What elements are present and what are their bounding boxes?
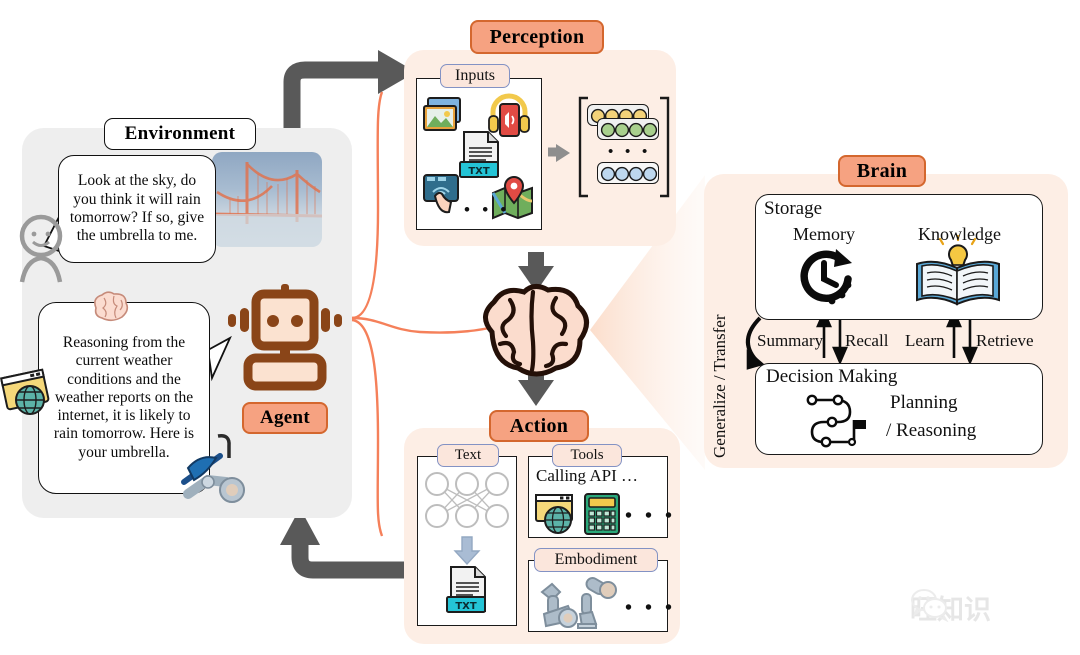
knowledge-label: Knowledge xyxy=(918,224,1001,244)
reasoning-label: / Reasoning xyxy=(886,420,977,441)
watermark: 旺知识 xyxy=(910,588,991,627)
svg-text:TXT: TXT xyxy=(455,601,477,612)
decision-making-label: Decision Making xyxy=(766,366,898,387)
action-badge: Action xyxy=(489,410,589,442)
embodiment-label: Embodiment xyxy=(534,548,658,572)
embedding-row-green xyxy=(597,118,659,140)
inputs-ellipsis: • • • xyxy=(464,200,511,219)
brain-badge: Brain xyxy=(838,155,926,187)
storage-label: Storage xyxy=(764,198,823,219)
embeddings-ellipsis: • • • xyxy=(608,144,652,160)
perception-badge: Perception xyxy=(470,20,604,54)
planning-label: Planning xyxy=(890,392,958,413)
flow-recall-label: Recall xyxy=(845,331,889,350)
agent-badge: Agent xyxy=(242,402,328,434)
tools-ellipsis: • • • xyxy=(625,505,677,527)
flow-learn-label: Learn xyxy=(905,331,945,350)
golden-gate-bridge-photo xyxy=(212,152,322,247)
inputs-label: Inputs xyxy=(440,64,510,88)
embedding-row-blue xyxy=(597,162,659,184)
flow-retrieve-label: Retrieve xyxy=(976,331,1034,350)
embodiment-ellipsis: • • • xyxy=(625,597,677,619)
tools-caption: Calling API … xyxy=(536,466,639,485)
wechat-icon xyxy=(911,589,949,623)
memory-label: Memory xyxy=(793,224,855,244)
user-speech-bubble: Look at the sky, do you think it will ra… xyxy=(58,155,216,263)
generalize-transfer-label: Generalize / Transfer xyxy=(710,314,729,458)
flow-summary-label: Summary xyxy=(757,331,824,350)
diagram-canvas: Environment Look at the sky, do you thin… xyxy=(0,0,1080,655)
tools-label: Tools xyxy=(552,444,622,467)
svg-text:TXT: TXT xyxy=(468,166,490,177)
environment-badge: Environment xyxy=(104,118,256,150)
text-label: Text xyxy=(437,444,499,467)
